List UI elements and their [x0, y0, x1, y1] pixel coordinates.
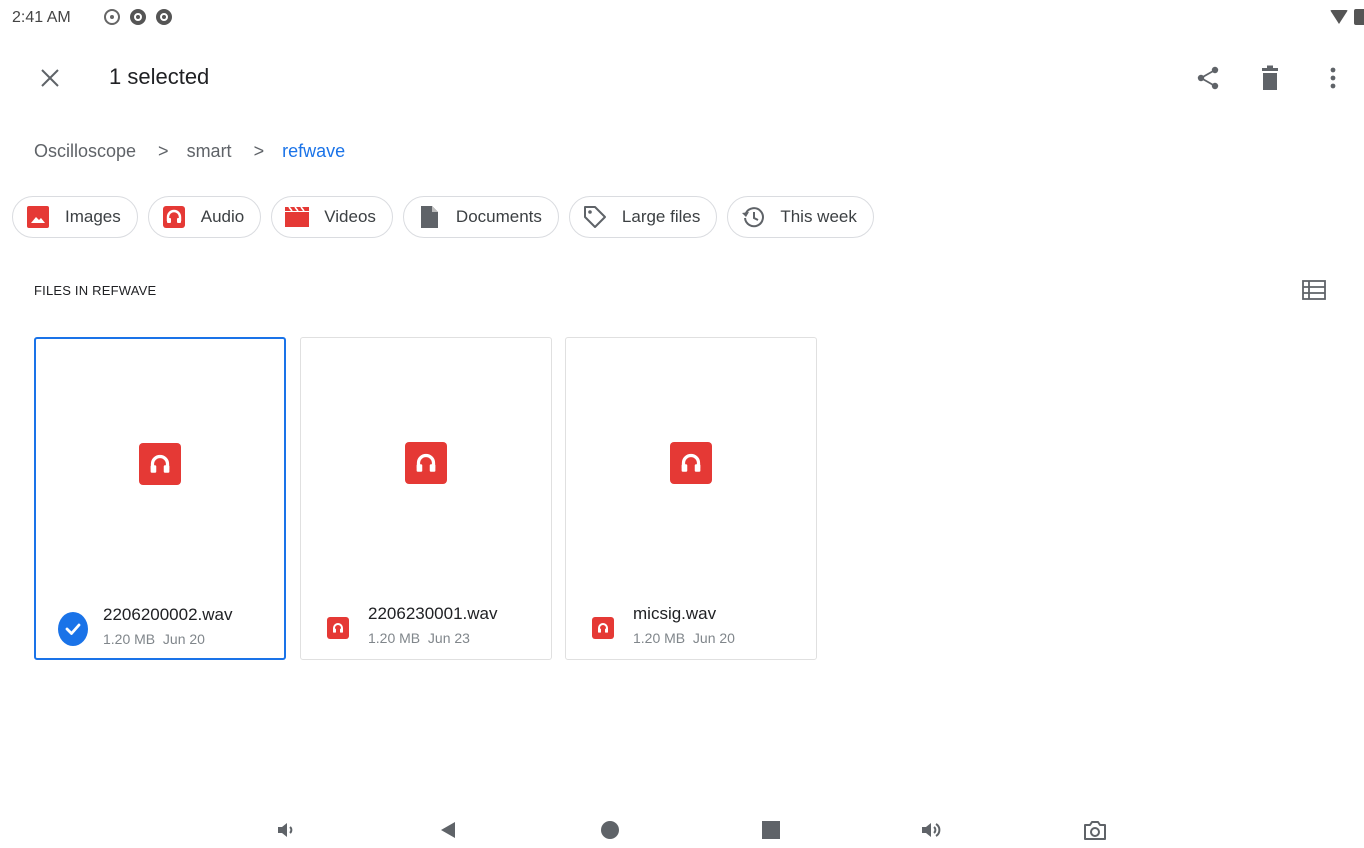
selection-count-title: 1 selected [109, 64, 210, 89]
file-details: 1.20 MB Jun 20 [103, 631, 205, 647]
app-icon [156, 9, 172, 25]
battery-icon [1354, 9, 1364, 25]
headphones-icon [670, 442, 712, 484]
more-vert-icon [1330, 67, 1336, 89]
recents-button[interactable] [757, 816, 785, 844]
share-button[interactable] [1190, 60, 1226, 96]
clapperboard-icon [284, 204, 310, 230]
chip-images[interactable]: Images [12, 196, 138, 238]
status-system-icons [1330, 9, 1364, 25]
chevron-right-icon: > [158, 141, 169, 161]
system-nav-bar [0, 808, 1364, 848]
file-card[interactable]: 2206200002.wav 1.20 MB Jun 20 [34, 337, 286, 660]
chip-videos-label: Videos [324, 207, 376, 226]
back-icon [441, 822, 455, 838]
tag-icon [582, 204, 608, 230]
list-view-icon [1302, 280, 1326, 300]
file-details: 1.20 MB Jun 23 [368, 630, 470, 646]
filter-chips: Images Audio Videos Documents Large file… [12, 196, 874, 238]
recents-icon [762, 821, 780, 839]
share-icon [1197, 66, 1219, 90]
screenshot-button[interactable] [1081, 816, 1109, 844]
chip-this-week[interactable]: This week [727, 196, 874, 238]
chip-large-files-label: Large files [621, 207, 701, 226]
check-circle-icon [58, 612, 88, 646]
breadcrumb: Oscilloscope > smart > refwave [34, 141, 345, 162]
file-type-icon [588, 613, 618, 643]
document-icon [416, 204, 442, 230]
chip-large-files[interactable]: Large files [568, 196, 718, 238]
file-type-icon [323, 613, 353, 643]
breadcrumb-smart[interactable]: smart [187, 141, 232, 162]
chip-images-label: Images [65, 207, 121, 226]
list-view-toggle-button[interactable] [1300, 278, 1328, 302]
chip-documents-label: Documents [455, 207, 542, 226]
selection-app-bar: 1 selected [0, 50, 1364, 106]
chip-this-week-label: This week [780, 207, 857, 226]
selected-check-button[interactable] [58, 612, 88, 646]
file-name: 2206200002.wav [103, 605, 233, 624]
chip-documents[interactable]: Documents [402, 196, 559, 238]
back-button[interactable] [434, 816, 462, 844]
delete-button[interactable] [1252, 60, 1288, 96]
close-icon [41, 69, 59, 87]
history-icon [740, 204, 766, 230]
section-title: FILES IN REFWAVE [34, 283, 157, 298]
status-bar: 2:41 AM [0, 0, 1364, 36]
status-time: 2:41 AM [12, 9, 71, 26]
file-thumbnail [301, 338, 551, 588]
volume-up-button[interactable] [918, 816, 946, 844]
file-thumbnail [566, 338, 816, 588]
app-icon [130, 9, 146, 25]
home-button[interactable] [596, 816, 624, 844]
file-thumbnail [36, 339, 284, 589]
image-icon [25, 204, 51, 230]
volume-up-icon [922, 823, 941, 837]
breadcrumb-oscilloscope[interactable]: Oscilloscope [34, 141, 136, 162]
headphones-icon [161, 204, 187, 230]
status-notification-icons [104, 9, 172, 25]
delete-icon [1262, 65, 1278, 90]
headphones-icon [139, 443, 181, 485]
more-options-button[interactable] [1315, 60, 1351, 96]
wifi-icon [1330, 10, 1348, 24]
chip-audio[interactable]: Audio [147, 196, 262, 238]
file-name: micsig.wav [633, 604, 717, 623]
camera-icon [1084, 821, 1106, 840]
chip-videos[interactable]: Videos [271, 196, 393, 238]
headphones-icon [327, 617, 349, 639]
chevron-right-icon: > [253, 141, 265, 161]
breadcrumb-refwave[interactable]: refwave [282, 141, 345, 162]
volume-down-button[interactable] [272, 816, 300, 844]
file-card[interactable]: micsig.wav 1.20 MB Jun 20 [565, 337, 817, 660]
home-icon [601, 821, 619, 839]
target-icon [104, 9, 120, 25]
volume-down-icon [278, 823, 293, 837]
file-details: 1.20 MB Jun 20 [633, 630, 735, 646]
close-selection-button[interactable] [32, 60, 68, 96]
chip-audio-label: Audio [200, 207, 245, 226]
file-card[interactable]: 2206230001.wav 1.20 MB Jun 23 [300, 337, 552, 660]
headphones-icon [405, 442, 447, 484]
headphones-icon [592, 617, 614, 639]
file-name: 2206230001.wav [368, 604, 498, 623]
